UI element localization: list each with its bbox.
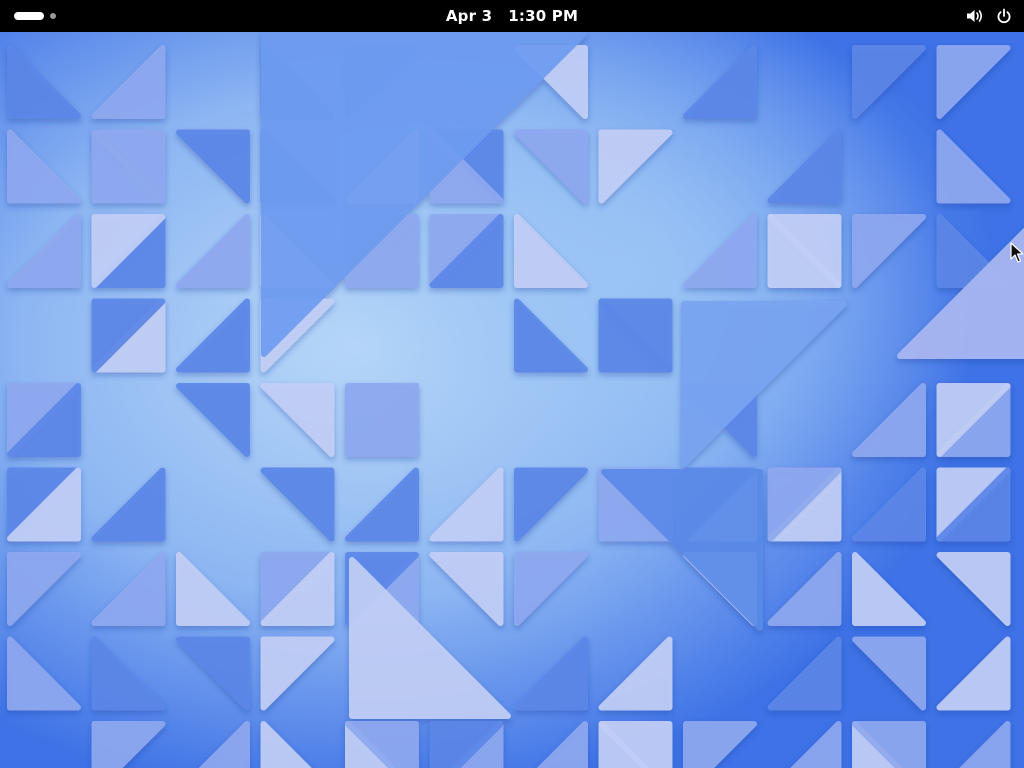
- mouse-pointer-icon: [1010, 242, 1024, 268]
- desktop[interactable]: Apr 3 1:30 PM: [0, 0, 1024, 768]
- wallpaper: [0, 0, 1024, 768]
- volume-icon[interactable]: [966, 8, 984, 24]
- top-bar: Apr 3 1:30 PM: [0, 0, 1024, 32]
- time-label: 1:30 PM: [508, 7, 579, 25]
- system-status-area[interactable]: [966, 0, 1012, 32]
- power-icon[interactable]: [996, 8, 1012, 24]
- date-label: Apr 3: [445, 7, 493, 25]
- date-time-button[interactable]: Apr 3 1:30 PM: [0, 0, 1024, 32]
